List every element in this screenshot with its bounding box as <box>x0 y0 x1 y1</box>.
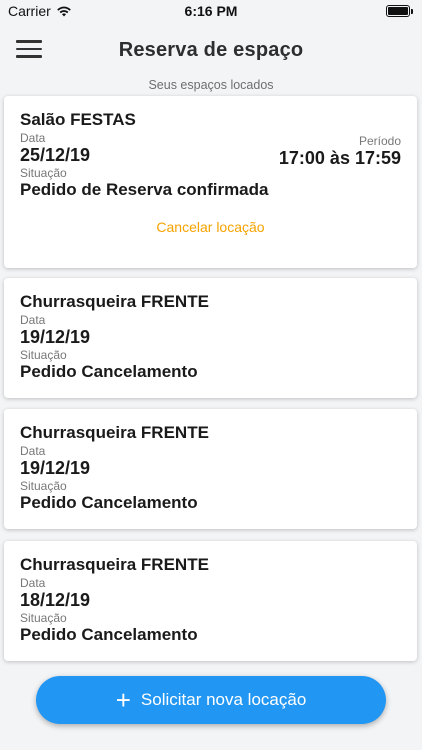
reservation-card[interactable]: Salão FESTAS Data 25/12/19 Situação Pedi… <box>4 96 417 268</box>
status-label: Situação <box>20 479 67 493</box>
status-bar: Carrier 6:16 PM <box>0 0 422 22</box>
space-name: Churrasqueira FRENTE <box>20 423 209 442</box>
request-new-booking-button[interactable]: + Solicitar nova locação <box>36 676 386 724</box>
date-label: Data <box>20 313 46 327</box>
period-label: Período <box>358 134 401 148</box>
battery-icon <box>386 5 413 17</box>
page-title: Reserva de espaço <box>118 38 304 61</box>
status-label: Situação <box>20 166 67 180</box>
date-value: 18/12/19 <box>20 590 91 610</box>
reservation-card[interactable]: Churrasqueira FRENTE Data 19/12/19 Situa… <box>4 409 417 529</box>
app-header: Reserva de espaço <box>0 22 422 78</box>
space-name: Churrasqueira FRENTE <box>20 555 209 574</box>
reservation-card[interactable]: Churrasqueira FRENTE Data 19/12/19 Situa… <box>4 278 417 398</box>
carrier-label: Carrier <box>8 3 51 19</box>
cancel-reservation-link[interactable]: Cancelar locação <box>20 219 401 235</box>
date-label: Data <box>20 444 46 458</box>
hamburger-menu-icon[interactable] <box>16 40 42 60</box>
status-value: Pedido Cancelamento <box>20 625 198 644</box>
page-subtitle: Seus espaços locados <box>148 78 274 92</box>
status-value: Pedido de Reserva confirmada <box>20 180 269 199</box>
status-value: Pedido Cancelamento <box>20 493 198 512</box>
status-label: Situação <box>20 348 67 362</box>
date-value: 19/12/19 <box>20 327 91 347</box>
space-name: Churrasqueira FRENTE <box>20 292 209 311</box>
date-value: 19/12/19 <box>20 458 91 478</box>
request-new-booking-label: Solicitar nova locação <box>140 690 307 709</box>
wifi-icon <box>56 6 71 17</box>
period-value: 17:00 às 17:59 <box>278 148 401 168</box>
status-label: Situação <box>20 611 67 625</box>
status-value: Pedido Cancelamento <box>20 362 198 381</box>
space-name: Salão FESTAS <box>20 110 136 129</box>
plus-icon: + <box>115 685 131 715</box>
reservation-card[interactable]: Churrasqueira FRENTE Data 18/12/19 Situa… <box>4 541 417 661</box>
date-label: Data <box>20 576 46 590</box>
carrier-signal: Carrier <box>8 3 72 19</box>
period-block: Período 17:00 às 17:59 <box>279 133 401 168</box>
